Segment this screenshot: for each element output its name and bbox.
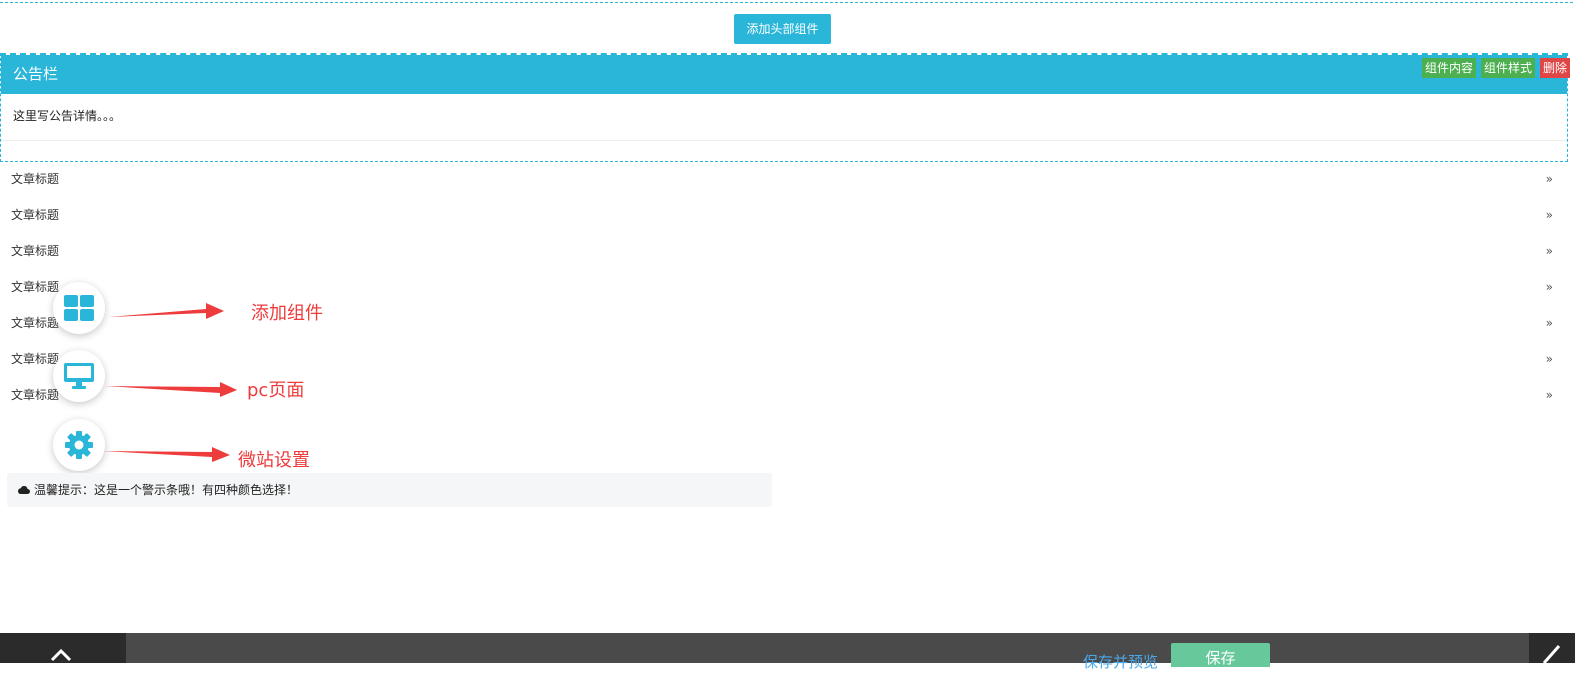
annotation-arrow (102, 447, 230, 462)
article-item[interactable]: 文章标题 » (0, 377, 1565, 413)
notice-title: 公告栏 (1, 55, 1567, 94)
double-chevron-right-icon: » (1545, 244, 1553, 258)
component-content-button[interactable]: 组件内容 (1421, 58, 1476, 78)
article-title: 文章标题 (11, 280, 60, 294)
article-item[interactable]: 文章标题 » (0, 161, 1565, 197)
scroll-up-button[interactable] (0, 633, 126, 663)
double-chevron-right-icon: » (1545, 208, 1553, 222)
double-chevron-right-icon: » (1545, 280, 1553, 294)
article-title: 文章标题 (11, 352, 60, 366)
article-item[interactable]: 文章标题 » (0, 269, 1565, 305)
chevron-up-icon (50, 648, 72, 662)
grid-icon (64, 295, 94, 321)
double-chevron-right-icon: » (1545, 388, 1553, 402)
alert-bar: 温馨提示：这是一个警示条哦！有四种颜色选择！ (7, 473, 772, 507)
double-chevron-right-icon: » (1545, 316, 1553, 330)
pc-page-button[interactable] (53, 350, 105, 402)
article-item[interactable]: 文章标题 » (0, 341, 1565, 377)
article-list: 文章标题 » 文章标题 » 文章标题 » 文章标题 » 文章标题 » 文章标题 » 文章标题… (0, 161, 1565, 413)
annotation-pc-page: pc页面 (247, 380, 305, 401)
double-chevron-right-icon: » (1545, 172, 1553, 186)
add-component-button[interactable] (53, 282, 105, 334)
article-title: 文章标题 (11, 172, 60, 186)
save-and-preview-link[interactable]: 保存并预览 (1083, 651, 1158, 672)
add-header-component-button[interactable]: 添加头部组件 (734, 14, 831, 44)
annotation-site-settings: 微站设置 (238, 450, 310, 471)
annotation-add-component: 添加组件 (251, 303, 323, 324)
gear-icon (65, 431, 93, 459)
edit-button[interactable] (1529, 633, 1575, 664)
article-title: 文章标题 (11, 244, 60, 258)
article-title: 文章标题 (11, 208, 60, 222)
delete-component-button[interactable]: 删除 (1539, 58, 1570, 78)
article-title: 文章标题 (11, 388, 60, 402)
notice-content: 这里写公告详情。。。 (1, 94, 1567, 141)
article-item[interactable]: 文章标题 » (0, 233, 1565, 269)
article-item[interactable]: 文章标题 » (0, 305, 1565, 341)
component-toolbar: 组件内容 组件样式 删除 (1421, 58, 1570, 78)
bottom-toolbar: 保存并预览 保存 (0, 633, 1575, 671)
header-component-zone: 添加头部组件 (0, 2, 1573, 51)
double-chevron-right-icon: » (1545, 352, 1553, 366)
alert-text: 温馨提示：这是一个警示条哦！有四种颜色选择！ (34, 483, 299, 497)
monitor-icon (64, 363, 94, 389)
notice-component[interactable]: 公告栏 这里写公告详情。。。 组件内容 组件样式 删除 (0, 53, 1570, 162)
save-button[interactable]: 保存 (1171, 643, 1270, 667)
article-title: 文章标题 (11, 316, 60, 330)
cloud-icon (18, 486, 30, 494)
component-style-button[interactable]: 组件样式 (1480, 58, 1535, 78)
pencil-icon (1542, 645, 1561, 664)
article-item[interactable]: 文章标题 » (0, 197, 1565, 233)
site-settings-button[interactable] (53, 419, 105, 471)
